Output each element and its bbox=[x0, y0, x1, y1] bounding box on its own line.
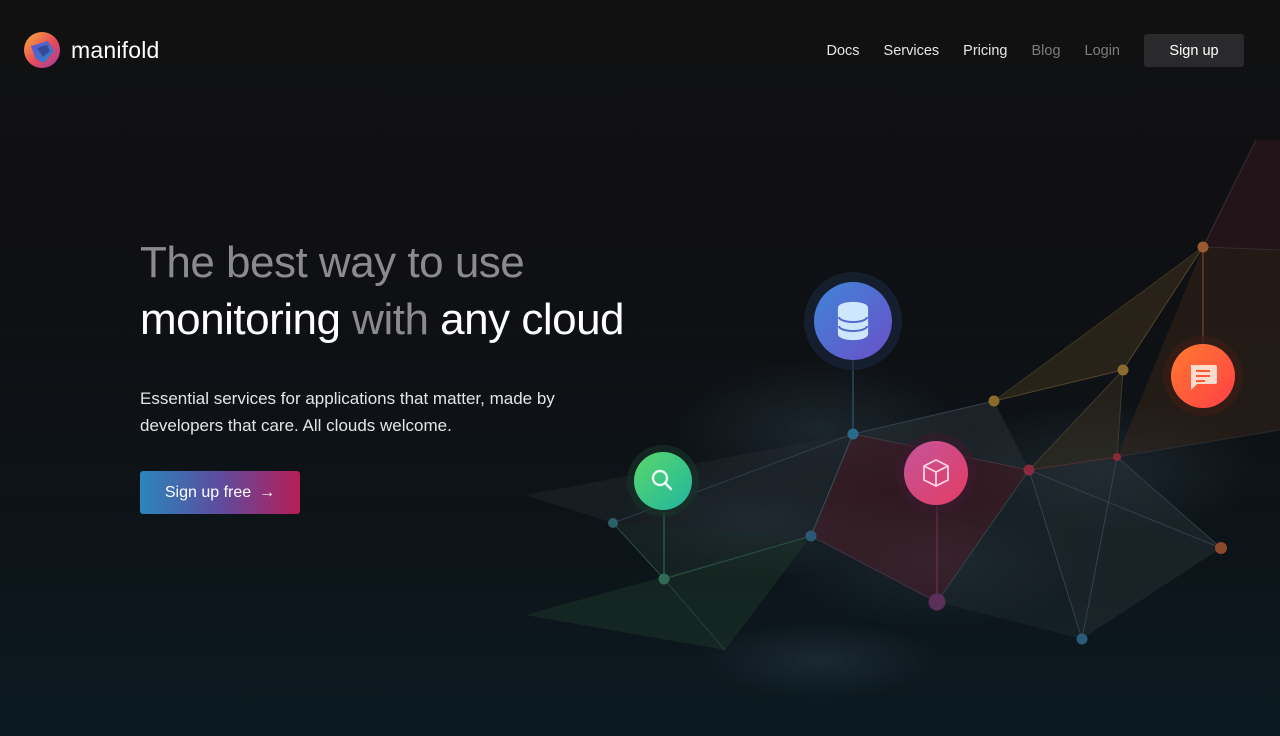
network-vertices bbox=[608, 241, 1227, 645]
manifold-logo-icon bbox=[24, 32, 60, 68]
network-edges bbox=[612, 139, 1280, 651]
chat-icon bbox=[1190, 365, 1217, 390]
logo-link[interactable]: manifold bbox=[24, 32, 160, 68]
chat-node bbox=[1163, 336, 1243, 416]
nav-item-pricing[interactable]: Pricing bbox=[963, 43, 1007, 59]
database-icon bbox=[837, 301, 869, 341]
nav-item-docs[interactable]: Docs bbox=[827, 43, 860, 59]
sign-up-free-button[interactable]: Sign up free → bbox=[140, 471, 300, 514]
hero-title-line1: The best way to use bbox=[140, 238, 525, 287]
network-illustration bbox=[525, 139, 1280, 700]
site-header: manifold Docs Services Pricing Blog Logi… bbox=[0, 0, 1280, 100]
search-icon bbox=[651, 469, 673, 491]
nav-item-blog[interactable]: Blog bbox=[1031, 43, 1060, 59]
package-node bbox=[896, 433, 976, 513]
search-node bbox=[627, 445, 699, 517]
package-icon bbox=[923, 459, 949, 487]
sign-up-button[interactable]: Sign up bbox=[1144, 34, 1244, 67]
hero-subtitle: Essential services for applications that… bbox=[140, 389, 555, 435]
arrow-right-icon: → bbox=[259, 483, 276, 501]
hero-title: The best way to use monitoring with any … bbox=[140, 234, 625, 348]
hero-title-word-with: with bbox=[352, 295, 429, 344]
cloud-haze bbox=[620, 360, 1260, 700]
hero-title-word-any-cloud: any cloud bbox=[440, 295, 625, 344]
network-facets bbox=[525, 140, 1280, 650]
nav-item-login[interactable]: Login bbox=[1085, 43, 1120, 59]
nav-item-services[interactable]: Services bbox=[884, 43, 940, 59]
main-nav: Docs Services Pricing Blog Login Sign up bbox=[803, 34, 1244, 67]
sign-up-free-label: Sign up free bbox=[164, 483, 252, 501]
database-node bbox=[804, 272, 902, 370]
hero-title-word-monitoring: monitoring bbox=[140, 295, 341, 344]
brand-name: manifold bbox=[71, 36, 160, 63]
